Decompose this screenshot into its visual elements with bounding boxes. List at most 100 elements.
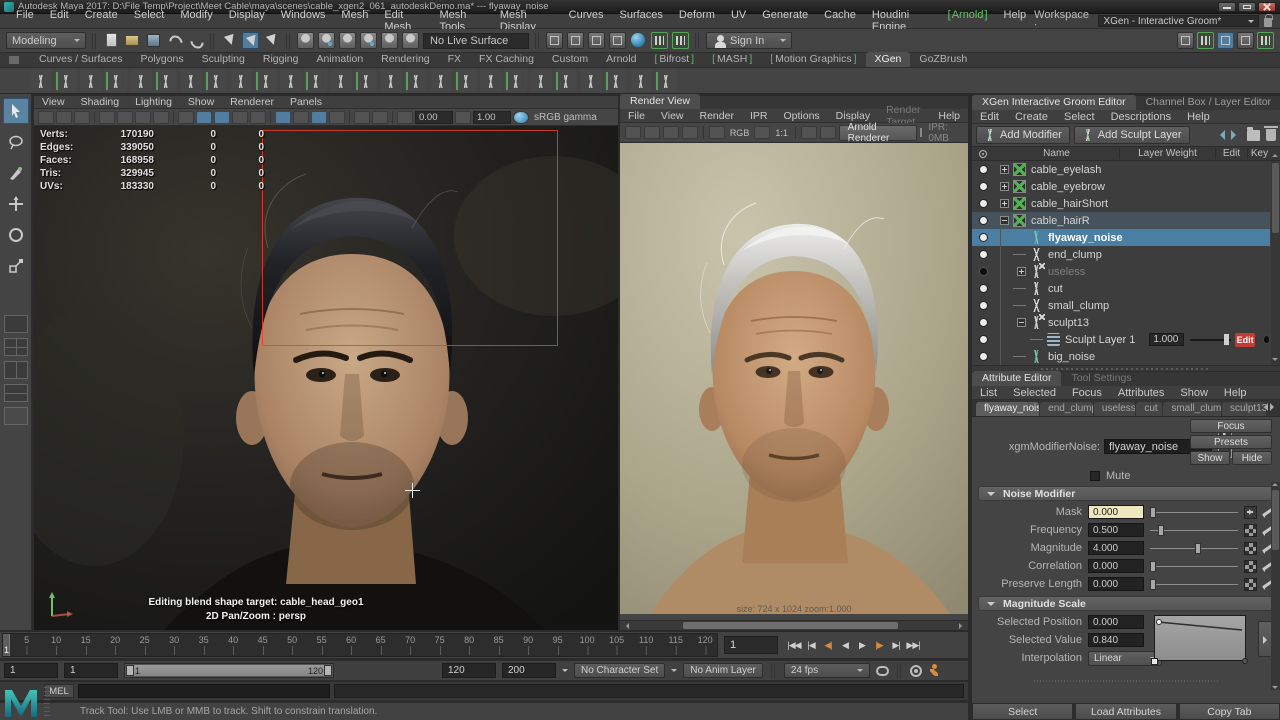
playback-button[interactable]: ◀| [820, 637, 836, 653]
viewport-menu-item[interactable]: View [34, 96, 73, 108]
rgb-channels-label[interactable]: RGB [730, 128, 750, 138]
scroll-down-icon[interactable] [1272, 686, 1278, 692]
panel-tab[interactable]: Channel Box / Layer Editor [1136, 95, 1280, 110]
visibility-column-icon[interactable] [979, 149, 987, 158]
node-tab[interactable]: small_clump [1163, 402, 1222, 416]
render-settings-icon[interactable] [588, 32, 605, 49]
xgen-shelf-tool-icon[interactable] [530, 69, 552, 92]
node-tab[interactable]: end_clump [1040, 402, 1093, 416]
render-view-tab[interactable]: Render View [620, 94, 700, 109]
xgen-shelf-tool-icon[interactable] [55, 69, 77, 92]
ipr-render-icon[interactable] [682, 126, 698, 139]
tree-row[interactable]: cable_eyelash [972, 161, 1270, 178]
attribute-slider[interactable] [1150, 542, 1238, 555]
tree-row[interactable]: cable_hairR [972, 212, 1270, 229]
xgen-shelf-tool-icon[interactable] [155, 69, 177, 92]
ae-menu-item[interactable]: Attributes [1110, 387, 1172, 399]
playback-button[interactable]: |◀◀ [786, 637, 802, 653]
xgen-shelf-tool-icon[interactable] [280, 69, 302, 92]
ramp-widget[interactable] [1151, 615, 1248, 665]
render-icon[interactable] [546, 32, 563, 49]
select-tool-icon[interactable] [2, 98, 29, 124]
xgen-shelf-tool-icon[interactable] [255, 69, 277, 92]
slider-handle[interactable] [1195, 542, 1202, 554]
save-scene-icon[interactable] [145, 32, 162, 49]
visibility-toggle[interactable] [979, 318, 988, 327]
grid-toggle-icon[interactable] [99, 110, 115, 124]
map-texture-icon[interactable] [1244, 523, 1257, 537]
ae-menu-item[interactable]: Show [1172, 387, 1216, 399]
fps-dropdown[interactable]: 24 fps [783, 663, 870, 678]
layer-name[interactable]: sculpt13 [1048, 317, 1089, 329]
slider-handle[interactable] [1149, 506, 1156, 518]
shelf-tab[interactable]: Arnold [597, 52, 645, 67]
exposure-field[interactable]: 0.00 [415, 110, 453, 124]
current-frame-marker[interactable]: 1 [3, 634, 10, 656]
shelf-list-icon[interactable] [9, 56, 19, 64]
playback-start-field[interactable]: 1 [64, 663, 118, 678]
scrollbar-thumb[interactable] [682, 622, 899, 629]
render-region-icon[interactable] [644, 126, 660, 139]
rotate-tool-icon[interactable] [3, 222, 29, 248]
gate-mask-icon[interactable] [153, 110, 169, 124]
ae-menu-item[interactable]: List [972, 387, 1005, 399]
lock-icon[interactable] [1264, 14, 1273, 27]
renderer-selector-button[interactable]: Arnold Renderer [838, 122, 917, 144]
modeling-toolkit-toggle-icon[interactable] [1177, 32, 1194, 49]
layout-two-pane-icon[interactable] [3, 361, 28, 379]
visibility-toggle[interactable] [979, 165, 988, 174]
playback-button[interactable]: ▶▶| [905, 637, 921, 653]
layout-four-pane-icon[interactable] [3, 338, 28, 356]
layer-weight-slider[interactable] [1190, 333, 1232, 346]
attribute-slider[interactable] [1149, 578, 1238, 591]
range-bar[interactable]: 1 120 [126, 665, 332, 676]
ipr-render-icon[interactable] [567, 32, 584, 49]
xgen-shelf-tool-icon[interactable] [505, 69, 527, 92]
anim-layer-dropdown[interactable]: No Anim Layer [683, 663, 763, 678]
tree-row[interactable]: flyaway_noise [972, 229, 1270, 246]
snap-grid-icon[interactable] [297, 32, 314, 49]
snap-point-icon[interactable] [339, 32, 356, 49]
layer-name[interactable]: end_clump [1048, 249, 1102, 261]
map-texture-icon[interactable] [1244, 577, 1257, 591]
scroll-up-icon[interactable] [1271, 149, 1280, 158]
viewport-menu-item[interactable]: Show [180, 96, 222, 108]
scroll-left-icon[interactable] [623, 623, 629, 629]
viewport-menu-item[interactable]: Shading [73, 96, 128, 108]
viewport-menu-item[interactable]: Lighting [127, 96, 180, 108]
expand-all-icon[interactable] [1231, 130, 1241, 140]
expander-icon[interactable] [1013, 250, 1026, 259]
key-column-header[interactable]: Key [1247, 148, 1271, 159]
render-menu-item[interactable]: Options [775, 110, 827, 122]
show-button[interactable]: Show [1190, 451, 1230, 465]
move-tool-icon[interactable] [3, 191, 29, 217]
resolution-gate-icon[interactable] [135, 110, 151, 124]
attribute-value-field[interactable]: 0.000 [1088, 615, 1144, 629]
attribute-value-field[interactable]: 0.000 [1088, 505, 1144, 519]
layer-name[interactable]: cable_hairR [1031, 215, 1090, 227]
snap-projected-center-icon[interactable] [360, 32, 377, 49]
tree-row[interactable]: cut [972, 280, 1270, 297]
layer-name[interactable]: small_clump [1048, 300, 1109, 312]
layer-edit-button[interactable]: Edit [1235, 332, 1256, 347]
edit-column-header[interactable]: Edit [1215, 148, 1247, 159]
render-menu-item[interactable]: Render [692, 110, 742, 122]
timeline-track[interactable]: 5 10 15 20 25 30 35 40 45 50 55 60 65 70 75 80 85 90 95 100… [2, 633, 718, 657]
remove-image-icon[interactable] [819, 126, 836, 139]
footer-button[interactable]: Select [972, 703, 1074, 720]
attribute-value-field[interactable]: 0.840 [1088, 633, 1144, 647]
xgen-shelf-tool-icon[interactable] [655, 69, 677, 92]
expander-icon[interactable] [1000, 199, 1009, 208]
add-sculpt-layer-button[interactable]: Add Sculpt Layer [1073, 126, 1190, 144]
attribute-editor-toggle-icon[interactable] [1217, 32, 1234, 49]
xgen-shelf-tool-icon[interactable] [480, 69, 502, 92]
tool-settings-toggle-icon[interactable] [1237, 32, 1254, 49]
xgen-shelf-tool-icon[interactable] [80, 69, 102, 92]
ramp-expand-button[interactable] [1258, 621, 1272, 657]
xray-icon[interactable] [372, 110, 388, 124]
layer-key-toggle[interactable] [1263, 335, 1270, 344]
visibility-toggle[interactable] [979, 250, 988, 259]
editor-tab[interactable]: Tool Settings [1061, 371, 1141, 386]
noise-modifier-section-header[interactable]: Noise Modifier [978, 486, 1274, 501]
alpha-channel-icon[interactable] [754, 126, 771, 139]
